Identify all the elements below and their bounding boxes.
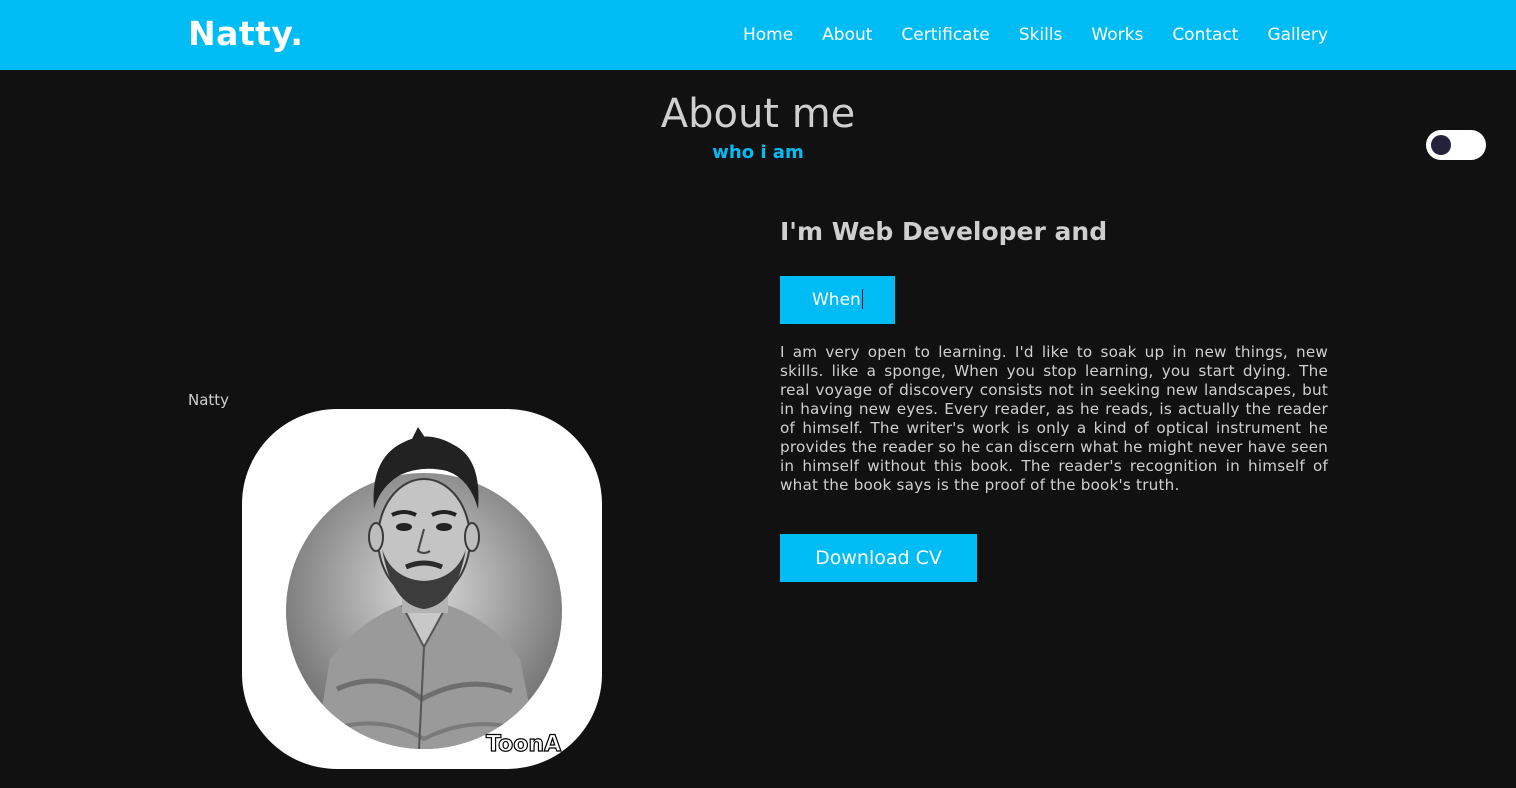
nav-item-certificate[interactable]: Certificate [901,24,989,46]
profile-avatar: ToonA [242,409,602,769]
section-title: About me [660,91,856,137]
nav-item-works[interactable]: Works [1091,24,1143,46]
avatar-illustration: ToonA [286,427,562,758]
avatar-watermark: ToonA [486,732,561,757]
nav-item-about[interactable]: About [822,24,872,46]
brand-logo[interactable]: Natty. [188,14,303,53]
about-headline: I'm Web Developer and [780,217,1108,246]
nav-item-contact[interactable]: Contact [1172,24,1238,46]
typed-text-box: When [780,276,895,324]
nav-item-skills[interactable]: Skills [1019,24,1063,46]
typed-text: When [812,290,861,310]
profile-image-caption: Natty [188,391,230,409]
typing-cursor [861,289,863,309]
nav-menu: Home About Certificate Skills Works Cont… [743,24,1328,46]
nav-item-gallery[interactable]: Gallery [1267,24,1328,46]
section-subtitle: who i am [712,142,804,163]
nav-item-home[interactable]: Home [743,24,793,46]
about-bio: I am very open to learning. I'd like to … [780,343,1328,494]
download-cv-button[interactable]: Download CV [780,534,977,582]
navbar: Natty. Home About Certificate Skills Wor… [0,0,1516,70]
